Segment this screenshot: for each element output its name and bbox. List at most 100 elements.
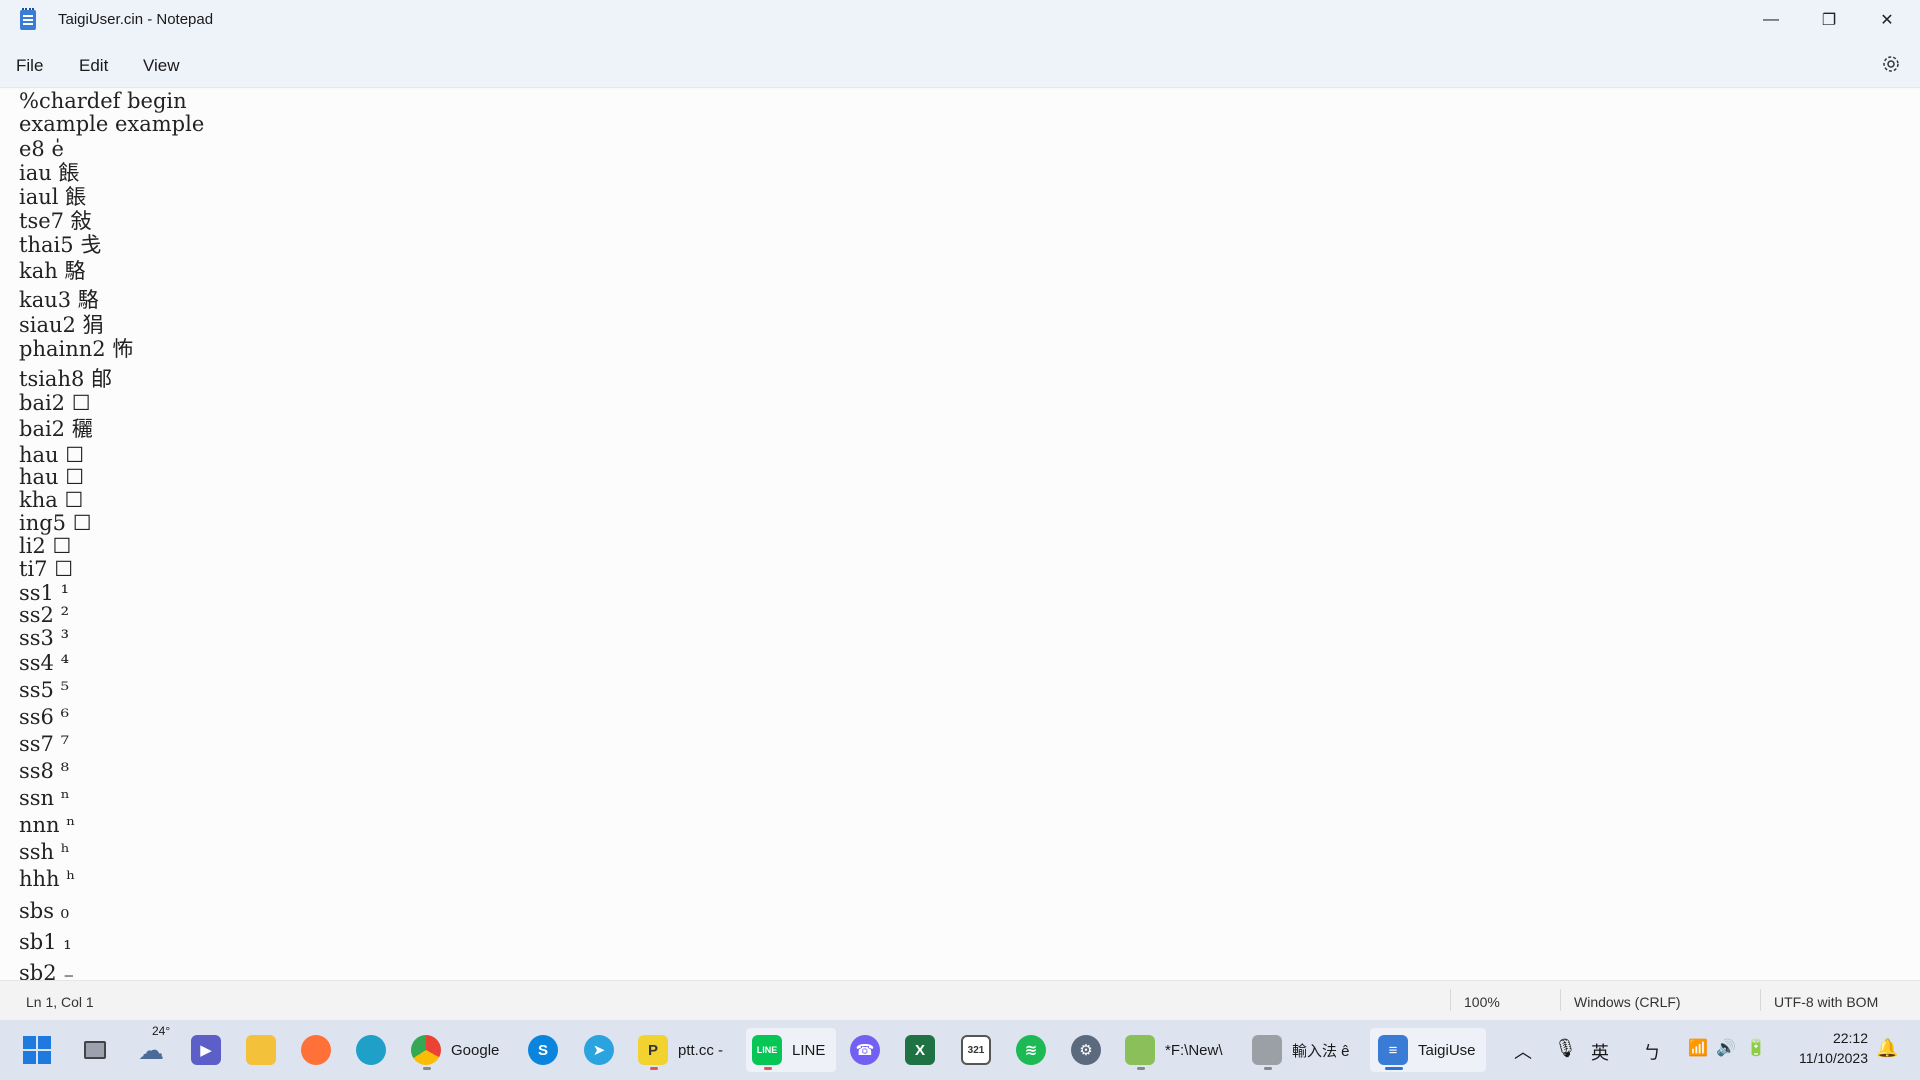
ime-app-icon	[1252, 1035, 1282, 1065]
maximize-button[interactable]: ❐	[1800, 0, 1858, 40]
chat-icon: ▶	[191, 1035, 221, 1065]
notepad-icon: ≡	[1378, 1035, 1408, 1065]
tray-overflow-chevron-icon[interactable]: ︿	[1514, 1038, 1532, 1064]
excel-button[interactable]: X	[905, 1028, 935, 1072]
editor-line: ss8 ⁸	[19, 759, 70, 783]
editor-line: ing5 ☐	[19, 511, 92, 535]
folder-icon	[246, 1035, 276, 1065]
status-divider	[1760, 989, 1761, 1011]
running-indicator	[764, 1067, 772, 1070]
close-button[interactable]: ✕	[1858, 0, 1916, 40]
chrome-button[interactable]: Google	[411, 1028, 507, 1072]
viber-icon: ☎	[850, 1035, 880, 1065]
telegram-button[interactable]: ➤	[584, 1028, 614, 1072]
editor-line: hhh ʰ	[19, 867, 76, 891]
editor-line: ssh ʰ	[19, 840, 70, 864]
task-view-icon	[80, 1035, 110, 1065]
editor-line: thai5 戋	[19, 233, 102, 257]
editor-line: kau3 駱	[19, 288, 99, 312]
editor-line: phainn2 怖	[19, 337, 134, 361]
editor-line: ss5 ⁵	[19, 678, 70, 702]
telegram-icon: ➤	[584, 1035, 614, 1065]
spotify-button[interactable]: ≋	[1016, 1028, 1046, 1072]
editor-line: tsiah8 郋	[19, 367, 113, 391]
notepad-app-icon	[20, 8, 36, 30]
status-divider	[1450, 989, 1451, 1011]
ptt-button[interactable]: P ptt.cc -	[638, 1028, 738, 1072]
line-icon: LINE	[752, 1035, 782, 1065]
start-button[interactable]	[22, 1028, 52, 1072]
ptt-label: ptt.cc -	[678, 1041, 724, 1059]
editor-line: ss2 ²	[19, 603, 70, 627]
menu-edit[interactable]: Edit	[79, 56, 108, 76]
chrome-icon	[411, 1035, 441, 1065]
editor-line: bai2 ☐	[19, 391, 91, 415]
status-bar: Ln 1, Col 1 100% Windows (CRLF) UTF-8 wi…	[0, 980, 1920, 1020]
editor-line: tse7 敍	[19, 209, 92, 233]
input-language-indicator[interactable]: 英	[1591, 1039, 1609, 1065]
firefox-icon	[301, 1035, 331, 1065]
viber-button[interactable]: ☎	[850, 1028, 880, 1072]
settings-app-button[interactable]: ⚙	[1071, 1028, 1101, 1072]
editor-line: ss6 ⁶	[19, 705, 70, 729]
line-label: LINE	[792, 1041, 826, 1059]
editor-line: ti7 ☐	[19, 557, 74, 581]
settings-gear-icon[interactable]	[1880, 53, 1902, 75]
calendar-app-button[interactable]: 321	[961, 1028, 991, 1072]
editor-line: %chardef begin	[19, 89, 187, 113]
windows-icon	[23, 1036, 51, 1064]
edge-button[interactable]	[356, 1028, 386, 1072]
chrome-label: Google	[451, 1041, 500, 1059]
calendar-icon: 321	[961, 1035, 991, 1065]
editor-line: ss3 ³	[19, 626, 70, 650]
editor-line: ss1 ¹	[19, 581, 70, 605]
clock-date[interactable]: 11/10/2023	[1784, 1050, 1868, 1066]
ime-app-label: 輸入法 ê	[1292, 1042, 1350, 1060]
spotify-icon: ≋	[1016, 1035, 1046, 1065]
teams-chat-button[interactable]: ▶	[191, 1028, 221, 1072]
running-indicator	[1137, 1067, 1145, 1070]
editor-line: iaul 餦	[19, 185, 87, 209]
skype-button[interactable]: S	[528, 1028, 558, 1072]
editor-line: bai2 穲	[19, 417, 93, 441]
menu-bar: File Edit View	[0, 40, 1920, 88]
microphone-icon[interactable]: 🎙	[1554, 1038, 1577, 1059]
zoom-level: 100%	[1464, 994, 1500, 1010]
editor-line: sb2 ₋	[19, 961, 75, 980]
file-encoding: UTF-8 with BOM	[1774, 994, 1879, 1010]
menu-file[interactable]: File	[16, 56, 43, 76]
notification-bell-icon[interactable]: 🔔	[1876, 1038, 1898, 1059]
minimize-button[interactable]: —	[1742, 0, 1800, 40]
skype-icon: S	[528, 1035, 558, 1065]
volume-icon[interactable]: 🔊	[1716, 1038, 1736, 1058]
excel-icon: X	[905, 1035, 935, 1065]
notepad-label: TaigiUse	[1418, 1041, 1476, 1059]
menu-view[interactable]: View	[143, 56, 180, 76]
edge-icon	[356, 1035, 386, 1065]
editor-line: siau2 狷	[19, 313, 104, 337]
line-app-button[interactable]: LINE LINE	[746, 1028, 836, 1072]
firefox-button[interactable]	[301, 1028, 331, 1072]
editor-line: nnn ⁿ	[19, 813, 76, 837]
editor-line: iau 餦	[19, 161, 80, 185]
file-explorer-button[interactable]	[246, 1028, 276, 1072]
task-view-button[interactable]	[80, 1028, 110, 1072]
line-ending: Windows (CRLF)	[1574, 994, 1681, 1010]
weather-widget[interactable]: ☁ 24°	[136, 1024, 170, 1072]
file-editor-button[interactable]: *F:\New\	[1125, 1028, 1231, 1072]
text-editor-area[interactable]: %chardef begin example example e8 e̍ iau 餦i…	[0, 89, 1920, 980]
notepad-taskbar-button[interactable]: ≡ TaigiUse	[1370, 1028, 1486, 1072]
clock-time[interactable]: 22:12	[1790, 1030, 1868, 1046]
wifi-icon[interactable]: 📶	[1688, 1038, 1708, 1058]
title-bar[interactable]: TaigiUser.cin - Notepad — ❐ ✕	[0, 0, 1920, 40]
running-indicator	[423, 1067, 431, 1070]
running-indicator	[650, 1067, 658, 1070]
weather-cloud-icon: ☁	[138, 1034, 164, 1065]
ime-app-button[interactable]: 輸入法 ê	[1252, 1028, 1358, 1072]
ime-mode-indicator[interactable]: ㄅ	[1643, 1039, 1661, 1065]
weather-temperature: 24°	[152, 1024, 171, 1038]
battery-icon[interactable]: 🔋	[1746, 1038, 1766, 1058]
editor-line: ss7 ⁷	[19, 732, 70, 756]
editor-line: e8 e̍	[19, 137, 64, 161]
editor-line: hau ☐	[19, 443, 85, 467]
